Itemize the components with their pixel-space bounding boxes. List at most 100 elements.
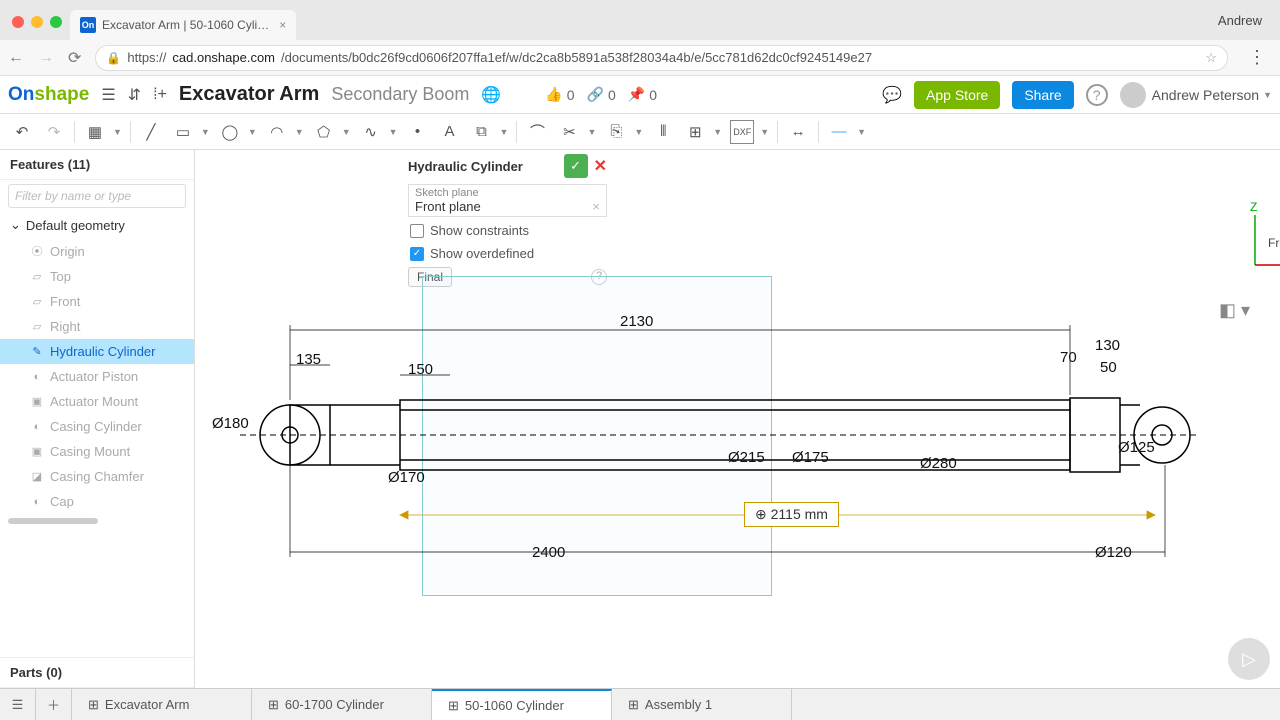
feature-item[interactable]: ▣Casing Mount xyxy=(0,439,194,464)
bookmark-icon[interactable]: ☆ xyxy=(1205,50,1217,66)
trim-tool-icon[interactable]: ✂ xyxy=(557,120,581,144)
svg-text:2130: 2130 xyxy=(620,313,653,330)
appstore-button[interactable]: App Store xyxy=(914,81,1000,109)
svg-text:130: 130 xyxy=(1095,337,1120,354)
browser-tab[interactable]: On Excavator Arm | 50-1060 Cyli… × xyxy=(70,10,296,40)
help-icon[interactable]: ? xyxy=(1086,84,1108,106)
document-tab[interactable]: ⊞Assembly 1 xyxy=(612,689,792,720)
url-prefix: https:// xyxy=(127,50,166,65)
view-icon[interactable]: ▦ xyxy=(83,120,107,144)
share-button[interactable]: Share xyxy=(1012,81,1073,109)
cancel-button[interactable]: ✕ xyxy=(594,156,607,176)
redo-icon[interactable]: ↷ xyxy=(42,120,66,144)
arc-tool-icon[interactable]: ◠ xyxy=(265,120,289,144)
browser-tab-bar: On Excavator Arm | 50-1060 Cyli… × Andre… xyxy=(0,0,1280,40)
offset-tool-icon[interactable]: ⎘ xyxy=(604,120,628,144)
feature-item[interactable]: ▱Top xyxy=(0,264,194,289)
circle-tool-icon[interactable]: ◯ xyxy=(218,120,242,144)
url-host: cad.onshape.com xyxy=(172,50,275,65)
tab-close-icon[interactable]: × xyxy=(279,18,286,32)
feature-item[interactable]: ▣Actuator Mount xyxy=(0,389,194,414)
feature-item[interactable]: ▱Right xyxy=(0,314,194,339)
fillet-tool-icon[interactable]: ⌒ xyxy=(525,120,549,144)
lock-icon: 🔒 xyxy=(106,51,121,65)
sidebar-scrollbar[interactable] xyxy=(8,518,98,524)
polygon-tool-icon[interactable]: ⬠ xyxy=(312,120,336,144)
menu-icon[interactable]: ☰ xyxy=(101,85,115,105)
add-tab-icon[interactable]: ＋ xyxy=(36,689,72,720)
default-geometry-section[interactable]: ⌄Default geometry xyxy=(0,212,194,238)
play-overlay-icon[interactable]: ▷ xyxy=(1228,638,1270,680)
sketch-plane-field[interactable]: Sketch plane Front plane× xyxy=(408,184,607,217)
globe-icon[interactable]: 🌐 xyxy=(481,85,501,105)
svg-text:Ø120: Ø120 xyxy=(1095,544,1132,561)
feature-item[interactable]: ◪Casing Chamfer xyxy=(0,464,194,489)
svg-text:150: 150 xyxy=(408,361,433,378)
dxf-tool-icon[interactable]: DXF xyxy=(730,120,754,144)
feature-item[interactable]: ▱Front xyxy=(0,289,194,314)
workspace-name[interactable]: Secondary Boom xyxy=(331,84,469,105)
insert-icon[interactable]: ⁞+ xyxy=(153,86,167,104)
svg-text:Ø280: Ø280 xyxy=(920,455,957,472)
tab-title: Excavator Arm | 50-1060 Cyli… xyxy=(102,18,269,32)
maximize-window-icon[interactable] xyxy=(50,16,62,28)
feature-item[interactable]: ✎Hydraulic Cylinder xyxy=(0,339,194,364)
confirm-button[interactable]: ✓ xyxy=(564,154,588,178)
point-tool-icon[interactable]: • xyxy=(406,120,430,144)
document-name[interactable]: Excavator Arm xyxy=(179,83,319,106)
tab-manager-icon[interactable]: ☰ xyxy=(0,689,36,720)
favicon-icon: On xyxy=(80,17,96,33)
window-controls[interactable] xyxy=(8,16,70,40)
document-tab[interactable]: ⊞50-1060 Cylinder xyxy=(432,689,612,720)
constraint-tool-icon[interactable]: — xyxy=(827,120,851,144)
show-overdefined-checkbox[interactable]: ✓Show overdefined xyxy=(400,242,615,265)
features-panel: Features (11) Filter by name or type ⌄De… xyxy=(0,150,195,688)
forward-icon: → xyxy=(38,49,54,67)
svg-text:Ø180: Ø180 xyxy=(212,415,249,432)
pins-stat[interactable]: 📌 0 xyxy=(628,86,657,103)
pattern-tool-icon[interactable]: ⊞ xyxy=(683,120,707,144)
browser-menu-icon[interactable]: ⋮ xyxy=(1242,47,1272,68)
features-filter-input[interactable]: Filter by name or type xyxy=(8,184,186,208)
tree-icon[interactable]: ⇵ xyxy=(128,85,141,105)
user-menu[interactable]: Andrew Peterson ▼ xyxy=(1120,82,1272,108)
svg-text:Ø175: Ø175 xyxy=(792,449,829,466)
parts-header: Parts (0) xyxy=(0,657,194,688)
undo-icon[interactable]: ↶ xyxy=(10,120,34,144)
mirror-tool-icon[interactable]: ⦀ xyxy=(651,120,675,144)
text-tool-icon[interactable]: A xyxy=(438,120,462,144)
browser-profile[interactable]: Andrew xyxy=(1218,13,1272,40)
document-tab[interactable]: ⊞60-1700 Cylinder xyxy=(252,689,432,720)
use-tool-icon[interactable]: ⧉ xyxy=(470,120,494,144)
dimension-input[interactable]: ⊕ 2115 mm xyxy=(744,502,839,527)
address-bar: ← → ⟳ 🔒 https://cad.onshape.com/document… xyxy=(0,40,1280,76)
feature-item[interactable]: ◐Casing Cylinder xyxy=(0,414,194,439)
spline-tool-icon[interactable]: ∿ xyxy=(359,120,383,144)
svg-text:Ø215: Ø215 xyxy=(728,449,765,466)
show-constraints-checkbox[interactable]: Show constraints xyxy=(400,219,615,242)
app-header: Onshape ☰ ⇵ ⁞+ Excavator Arm Secondary B… xyxy=(0,76,1280,114)
sketch-dialog: Hydraulic Cylinder ✓ ✕ Sketch plane Fron… xyxy=(400,150,615,289)
document-tabs: ☰ ＋ ⊞Excavator Arm⊞60-1700 Cylinder⊞50-1… xyxy=(0,688,1280,720)
reload-icon[interactable]: ⟳ xyxy=(68,48,81,68)
minimize-window-icon[interactable] xyxy=(31,16,43,28)
url-input[interactable]: 🔒 https://cad.onshape.com/documents/b0dc… xyxy=(95,45,1228,71)
svg-text:Ø170: Ø170 xyxy=(388,469,425,486)
svg-text:50: 50 xyxy=(1100,359,1117,376)
line-tool-icon[interactable]: ╱ xyxy=(139,120,163,144)
links-stat[interactable]: 🔗 0 xyxy=(587,86,616,103)
back-icon[interactable]: ← xyxy=(8,49,24,67)
sketch-name[interactable]: Hydraulic Cylinder xyxy=(408,159,558,174)
rect-tool-icon[interactable]: ▭ xyxy=(171,120,195,144)
sketch-canvas[interactable]: Hydraulic Cylinder ✓ ✕ Sketch plane Fron… xyxy=(200,150,1280,688)
onshape-logo[interactable]: Onshape xyxy=(8,84,89,106)
feature-item[interactable]: ⦿Origin xyxy=(0,238,194,264)
dimension-tool-icon[interactable]: ↔ xyxy=(786,120,810,144)
avatar-icon xyxy=(1120,82,1146,108)
feature-item[interactable]: ◐Actuator Piston xyxy=(0,364,194,389)
comment-icon[interactable]: 💬 xyxy=(882,85,902,105)
close-window-icon[interactable] xyxy=(12,16,24,28)
document-tab[interactable]: ⊞Excavator Arm xyxy=(72,689,252,720)
likes-stat[interactable]: 👍 0 xyxy=(545,86,574,103)
feature-item[interactable]: ◐Cap xyxy=(0,489,194,514)
